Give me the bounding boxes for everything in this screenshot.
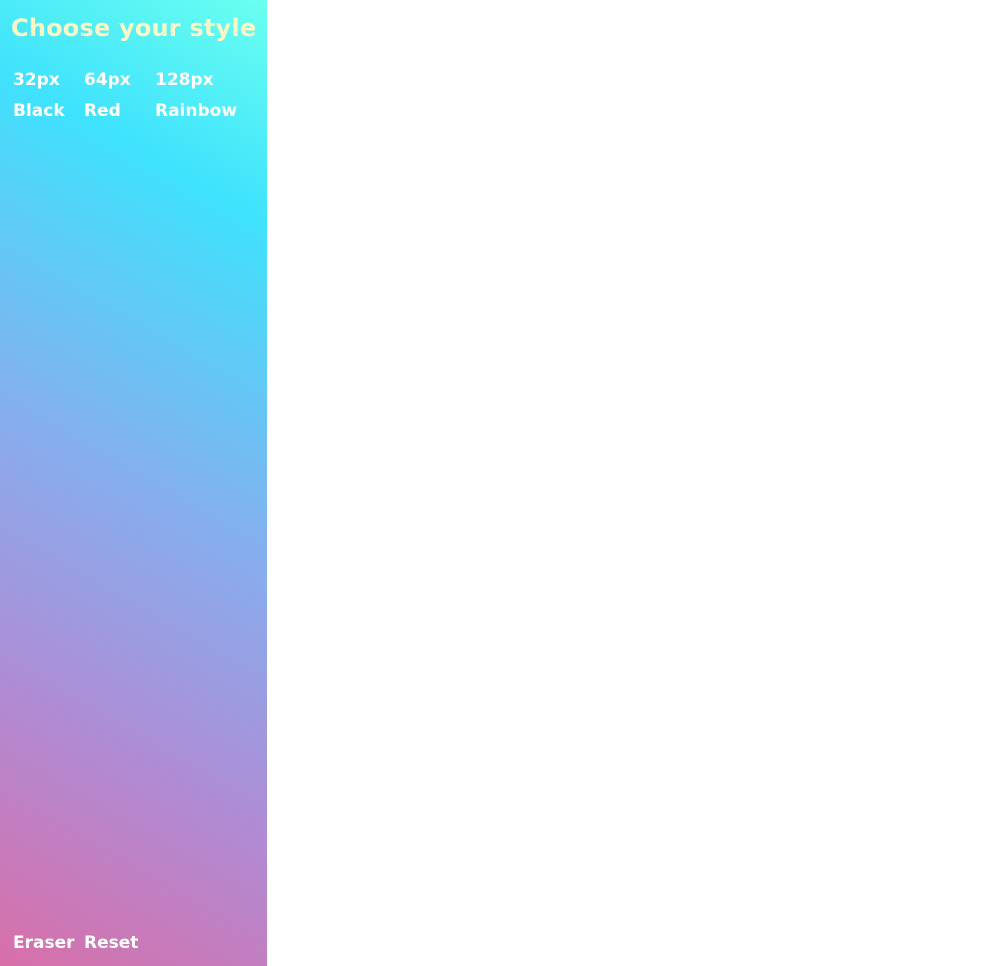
reset-button[interactable]: Reset [84,933,138,953]
size-64px-button[interactable]: 64px [84,70,131,90]
style-sidebar: Choose your style 32px 64px 128px Black … [0,0,267,966]
size-32px-button[interactable]: 32px [13,70,60,90]
color-rainbow-button[interactable]: Rainbow [155,101,237,121]
color-red-button[interactable]: Red [84,101,121,121]
size-128px-button[interactable]: 128px [155,70,214,90]
drawing-canvas[interactable] [267,0,1001,966]
page-title: Choose your style [11,14,257,42]
drawing-app: Choose your style 32px 64px 128px Black … [0,0,1001,966]
eraser-button[interactable]: Eraser [13,933,75,953]
color-black-button[interactable]: Black [13,101,65,121]
